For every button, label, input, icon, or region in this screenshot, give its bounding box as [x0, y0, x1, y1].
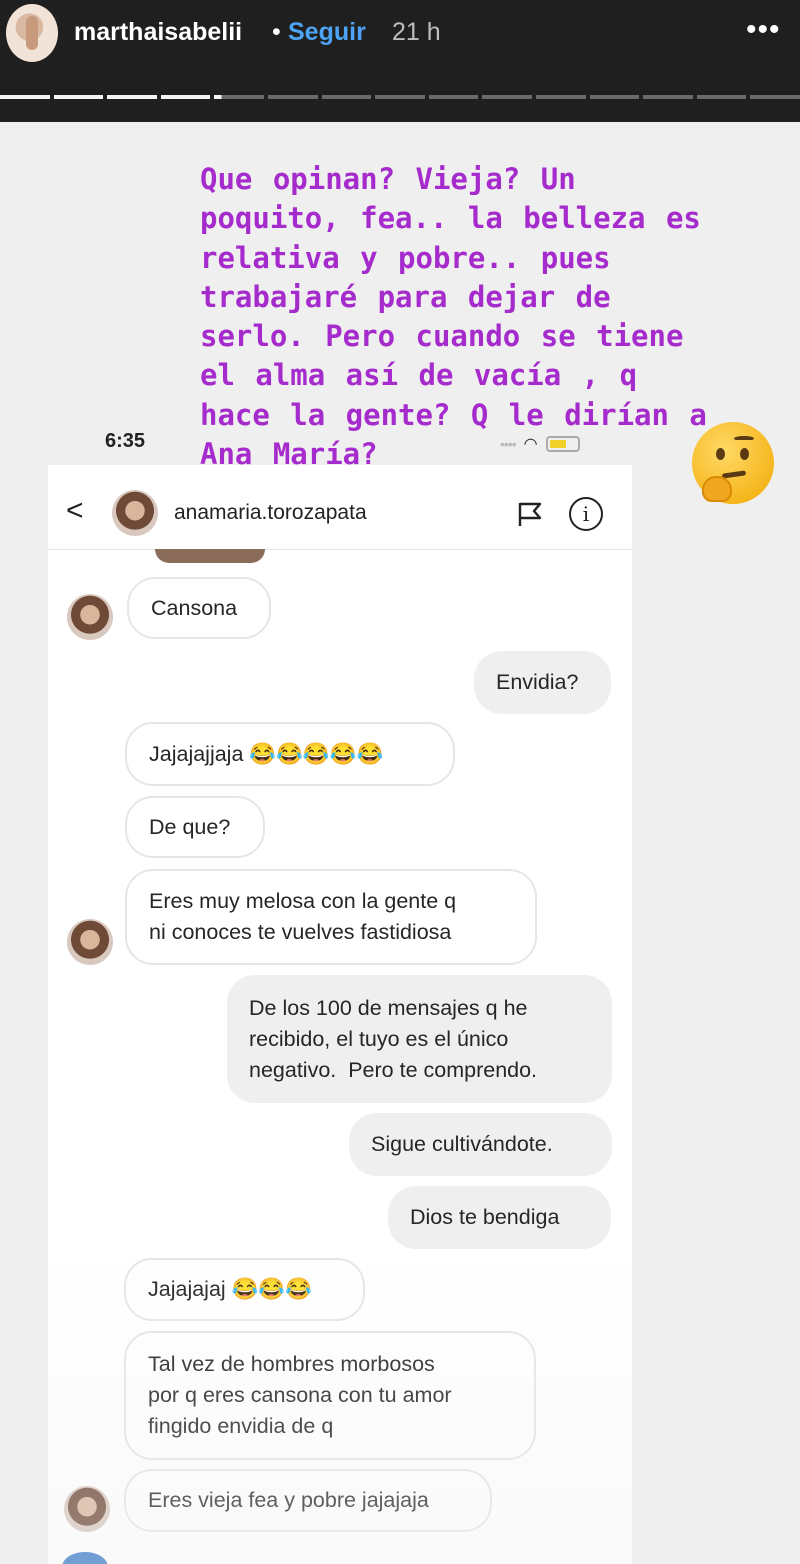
message-bubble-received: De que? — [125, 796, 265, 858]
progress-segment — [53, 95, 104, 99]
story-username[interactable]: marthaisabelii — [74, 18, 242, 47]
status-icons: •••• ◠ — [500, 434, 580, 454]
progress-segment — [428, 95, 479, 99]
progress-segment — [750, 95, 800, 99]
follow-button[interactable]: Seguir — [288, 18, 366, 47]
sender-avatar[interactable] — [64, 1486, 110, 1532]
dm-username[interactable]: anamaria.torozapata — [174, 501, 367, 525]
message-bubble-sent: Sigue cultivándote. — [349, 1113, 612, 1176]
message-bubble-received: Tal vez de hombres morbosos por q eres c… — [124, 1331, 536, 1460]
message-bubble-sent: De los 100 de mensajes q he recibido, el… — [227, 975, 612, 1103]
flag-icon[interactable] — [516, 500, 544, 528]
partial-photo — [155, 549, 265, 563]
more-options-icon[interactable]: ••• — [746, 15, 781, 45]
story-progress-bar — [0, 95, 800, 99]
progress-segment — [535, 95, 586, 99]
sender-avatar[interactable] — [67, 919, 113, 965]
message-bubble-received: Eres muy melosa con la gente q ni conoce… — [125, 869, 537, 965]
story-caption: Que opinan? Vieja? Un poquito, fea.. la … — [200, 162, 707, 472]
info-icon[interactable]: i — [569, 497, 603, 531]
message-bubble-sent: Dios te bendiga — [388, 1186, 611, 1249]
story-timestamp: 21 h — [392, 18, 441, 46]
progress-segment — [482, 95, 532, 99]
message-bubble-received: Cansona — [127, 577, 271, 639]
status-time: 6:35 — [105, 430, 146, 452]
message-bubble-received: Jajajajjaja 😂😂😂😂😂 — [125, 722, 455, 786]
header-divider — [48, 549, 632, 550]
progress-segment — [321, 95, 372, 99]
message-bubble-received: Jajajajaj 😂😂😂 — [124, 1258, 365, 1321]
progress-segment — [643, 95, 693, 99]
battery-icon — [545, 436, 580, 452]
progress-segment — [267, 95, 318, 99]
progress-segment — [160, 95, 211, 99]
progress-segment — [375, 95, 425, 99]
signal-icon: •••• — [500, 436, 517, 452]
progress-segment — [107, 95, 157, 99]
message-bubble-received: Eres vieja fea y pobre jajajaja — [124, 1469, 492, 1532]
sender-avatar[interactable] — [67, 594, 113, 640]
progress-segment — [589, 95, 640, 99]
progress-segment — [214, 95, 264, 99]
back-icon[interactable]: < — [66, 494, 84, 528]
story-avatar[interactable] — [6, 4, 58, 62]
message-bubble-sent: Envidia? — [474, 651, 611, 714]
thinking-face-icon — [692, 422, 774, 504]
wifi-icon: ◠ — [523, 436, 538, 453]
dm-avatar[interactable] — [112, 490, 158, 536]
separator-dot: • — [272, 18, 281, 46]
progress-segment — [696, 95, 747, 99]
progress-segment — [0, 95, 50, 99]
story-header: marthaisabelii • Seguir 21 h ••• — [0, 0, 800, 122]
